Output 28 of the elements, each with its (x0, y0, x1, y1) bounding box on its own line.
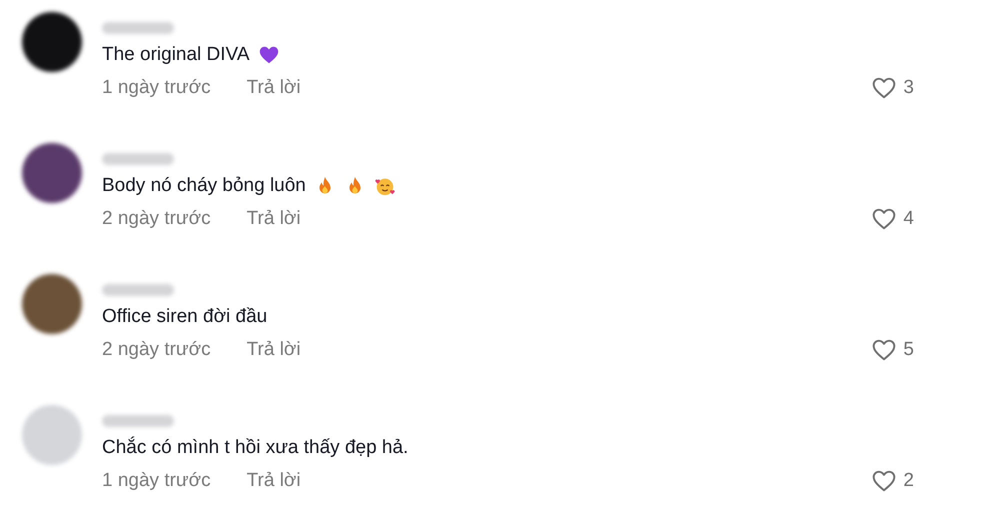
comment-text: Office siren đời đầu (102, 306, 268, 328)
like-count: 3 (903, 77, 914, 99)
comment-text: Chắc có mình t hồi xưa thấy đẹp hả. (102, 437, 408, 459)
blurred-username (102, 284, 174, 296)
heart-emoji-icon (258, 44, 280, 66)
comment-time: 2 ngày trước (102, 339, 211, 361)
like-heart-icon[interactable] (871, 337, 898, 363)
reply-link[interactable]: Trả lời (246, 77, 301, 99)
like-heart-icon[interactable] (871, 206, 898, 232)
comment-time: 1 ngày trước (102, 470, 211, 492)
like-count: 4 (903, 208, 914, 230)
comment-time: 1 ngày trước (102, 77, 211, 99)
avatar[interactable] (22, 143, 82, 203)
reply-link[interactable]: Trả lời (246, 470, 301, 492)
like-count: 5 (903, 339, 914, 361)
like-heart-icon[interactable] (871, 75, 898, 101)
comment-text: The original DIVA (102, 44, 250, 66)
like-count: 2 (903, 470, 914, 492)
avatar[interactable] (22, 274, 82, 334)
comment-time: 2 ngày trước (102, 208, 211, 230)
like-heart-icon[interactable] (871, 468, 898, 494)
reply-link[interactable]: Trả lời (246, 208, 301, 230)
blurred-username (102, 22, 174, 34)
avatar[interactable] (22, 12, 82, 72)
comment-text: Body nó cháy bỏng luôn (102, 175, 306, 197)
blurred-username (102, 415, 174, 427)
reply-link[interactable]: Trả lời (246, 339, 301, 361)
blurred-username (102, 153, 174, 165)
